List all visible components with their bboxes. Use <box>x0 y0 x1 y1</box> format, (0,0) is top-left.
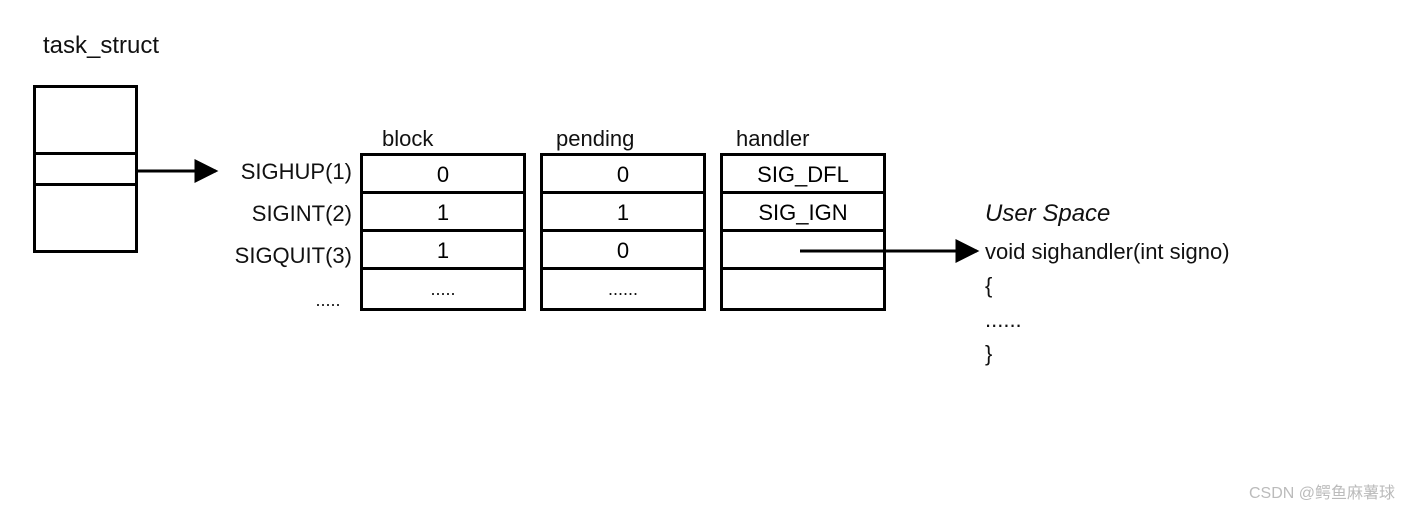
userspace-line4: } <box>985 341 992 367</box>
userspace-line1: void sighandler(int signo) <box>985 239 1230 265</box>
userspace-line3: ...... <box>985 307 1022 333</box>
userspace-title: User Space <box>985 200 1110 228</box>
watermark: CSDN @鳄鱼麻薯球 <box>1249 479 1395 503</box>
userspace-line2: { <box>985 273 992 299</box>
